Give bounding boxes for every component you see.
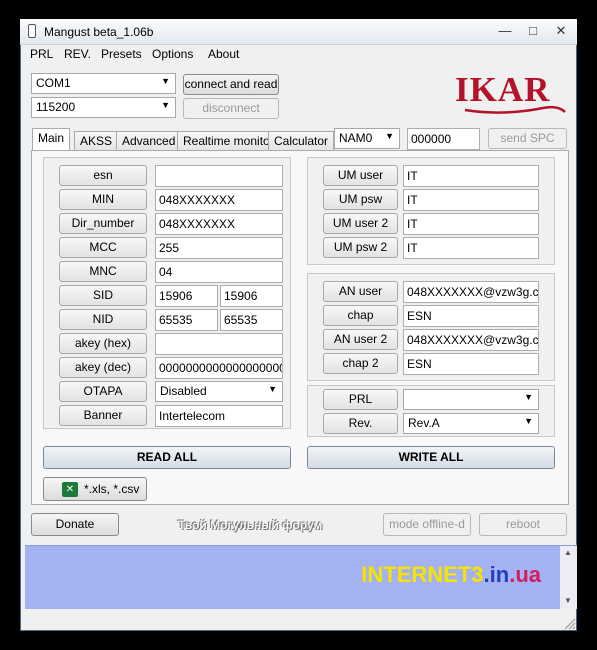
akey-dec-input[interactable]: 00000000000000000001 <box>155 357 283 379</box>
baud-value: 115200 <box>36 100 76 114</box>
menu-options[interactable]: Options <box>152 47 193 61</box>
ad-banner-text: INTERNET3.in.ua <box>361 562 541 588</box>
rev-label: Rev. <box>323 413 398 434</box>
write-all-button[interactable]: WRITE ALL <box>307 446 555 469</box>
minimize-button[interactable]: — <box>492 21 518 41</box>
menu-rev[interactable]: REV. <box>64 47 91 61</box>
title-bar: Mangust beta_1.06b — □ ✕ <box>20 19 577 45</box>
chevron-down-icon: ▼ <box>385 131 394 141</box>
an-user-label: AN user <box>323 281 398 302</box>
um-psw2-label: UM psw 2 <box>323 237 398 258</box>
banner-scrollbar[interactable]: ▲ ▼ <box>560 546 577 609</box>
ad-text-part3: .ua <box>509 562 541 587</box>
ad-text-part2: .in <box>483 562 510 587</box>
tab-realtime-monitor[interactable]: Realtime monitor <box>177 131 280 150</box>
otapa-label: OTAPA <box>59 381 147 402</box>
sid-input-2[interactable]: 15906 <box>220 285 283 307</box>
tab-akss[interactable]: AKSS <box>74 131 119 150</box>
offline-mode-button[interactable]: mode offline-d <box>383 513 471 536</box>
sid-input-1[interactable]: 15906 <box>155 285 218 307</box>
esn-input[interactable] <box>155 165 283 187</box>
window-title: Mangust beta_1.06b <box>44 25 154 39</box>
otapa-select[interactable]: Disabled ▼ <box>155 381 283 402</box>
mcc-label: MCC <box>59 237 147 258</box>
um-psw2-input[interactable]: IT <box>403 237 539 259</box>
an-user2-input[interactable]: 048XXXXXXX@vzw3g.com <box>403 329 539 351</box>
mnc-input[interactable]: 04 <box>155 261 283 283</box>
menu-presets[interactable]: Presets <box>101 47 142 61</box>
chap-label: chap <box>323 305 398 326</box>
read-all-button[interactable]: READ ALL <box>43 446 291 469</box>
akey-hex-label: akey (hex) <box>59 333 147 354</box>
um-user-input[interactable]: IT <box>403 165 539 187</box>
chevron-down-icon: ▼ <box>161 100 170 110</box>
um-psw-label: UM psw <box>323 189 398 210</box>
um-user2-input[interactable]: IT <box>403 213 539 235</box>
baud-select[interactable]: 115200 ▼ <box>31 97 176 118</box>
spc-code-input[interactable]: 000000 <box>407 128 480 150</box>
rev-select[interactable]: Rev.A ▼ <box>403 413 539 434</box>
otapa-value: Disabled <box>160 384 207 398</box>
chevron-down-icon: ▼ <box>161 76 170 86</box>
export-button[interactable]: ✕ *.xls, *.csv <box>43 477 147 501</box>
tab-main[interactable]: Main <box>32 128 71 151</box>
min-label: MIN <box>59 189 147 210</box>
chevron-down-icon: ▼ <box>524 392 533 402</box>
akey-dec-label: akey (dec) <box>59 357 147 378</box>
connect-button[interactable]: connect and read <box>183 74 279 95</box>
menu-bar: PRL REV. Presets Options About <box>20 45 577 65</box>
ad-banner[interactable]: INTERNET3.in.ua ▲ ▼ <box>25 545 577 609</box>
port-value: COM1 <box>36 76 71 90</box>
tab-calculator[interactable]: Calculator <box>268 131 335 150</box>
prl-select[interactable]: ▼ <box>403 389 539 410</box>
port-select[interactable]: COM1 ▼ <box>31 73 176 94</box>
banner-input[interactable]: Intertelecom <box>155 405 283 427</box>
sid-label: SID <box>59 285 147 306</box>
nam-value: NAM0 <box>339 131 373 145</box>
chevron-down-icon: ▼ <box>268 384 277 394</box>
menu-about[interactable]: About <box>208 47 239 61</box>
forum-link[interactable]: Твой Могульный форум <box>178 518 322 532</box>
an-user2-label: AN user 2 <box>323 329 398 350</box>
nam-select[interactable]: NAM0 ▼ <box>334 128 400 149</box>
reboot-button[interactable]: reboot <box>479 513 567 536</box>
nid-input-2[interactable]: 65535 <box>220 309 283 331</box>
mcc-input[interactable]: 255 <box>155 237 283 259</box>
logo-swoosh <box>464 105 566 114</box>
chevron-down-icon: ▼ <box>524 416 533 426</box>
send-spc-button[interactable]: send SPC <box>488 128 567 149</box>
app-icon <box>28 24 36 38</box>
prl-label: PRL <box>323 389 398 410</box>
ikar-logo: IKAR <box>455 70 566 114</box>
chap-input[interactable]: ESN <box>403 305 539 327</box>
mnc-label: MNC <box>59 261 147 282</box>
rev-value: Rev.A <box>408 416 440 430</box>
dir-number-input[interactable]: 048XXXXXXX <box>155 213 283 235</box>
banner-label: Banner <box>59 405 147 426</box>
disconnect-button[interactable]: disconnect <box>183 98 279 119</box>
um-psw-input[interactable]: IT <box>403 189 539 211</box>
esn-label: esn <box>59 165 147 186</box>
close-button[interactable]: ✕ <box>548 21 574 41</box>
scroll-up-icon[interactable]: ▲ <box>564 548 572 557</box>
excel-icon: ✕ <box>62 482 78 497</box>
maximize-button[interactable]: □ <box>520 21 546 41</box>
tab-advanced[interactable]: Advanced <box>116 131 182 150</box>
scroll-down-icon[interactable]: ▼ <box>564 596 572 605</box>
min-input[interactable]: 048XXXXXXX <box>155 189 283 211</box>
menu-prl[interactable]: PRL <box>30 47 53 61</box>
donate-button[interactable]: Donate <box>31 513 119 536</box>
nid-label: NID <box>59 309 147 330</box>
akey-hex-input[interactable] <box>155 333 283 355</box>
an-user-input[interactable]: 048XXXXXXX@vzw3g.com <box>403 281 539 303</box>
chap2-input[interactable]: ESN <box>403 353 539 375</box>
dir-number-label: Dir_number <box>59 213 147 234</box>
nid-input-1[interactable]: 65535 <box>155 309 218 331</box>
export-label: *.xls, *.csv <box>84 482 140 496</box>
um-user2-label: UM user 2 <box>323 213 398 234</box>
um-user-label: UM user <box>323 165 398 186</box>
ad-text-part1: INTERNET3 <box>361 562 484 587</box>
chap2-label: chap 2 <box>323 353 398 374</box>
resize-grip-icon[interactable] <box>562 616 576 630</box>
